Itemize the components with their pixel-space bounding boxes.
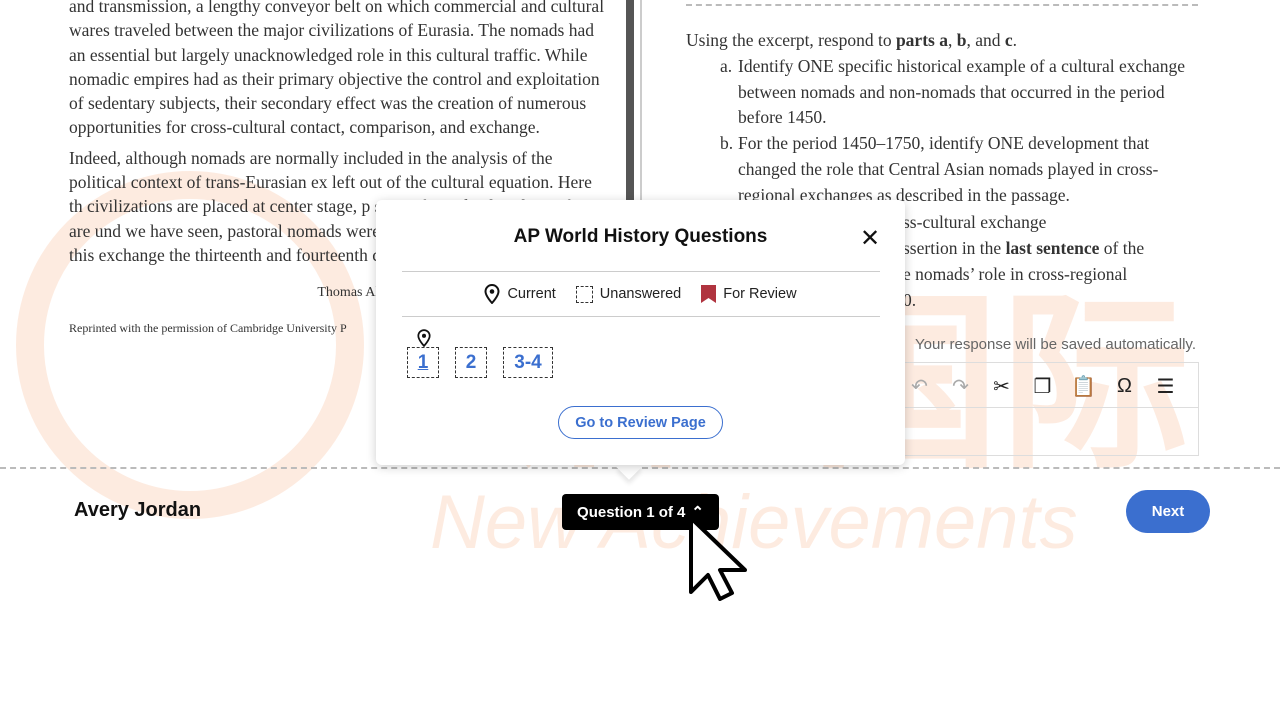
omega-icon[interactable]: Ω (1108, 371, 1141, 401)
divider (402, 271, 880, 272)
question-2-button[interactable]: 2 (455, 347, 487, 378)
go-to-review-button[interactable]: Go to Review Page (558, 406, 723, 439)
question-part-c-fragment: ss-cultural exchange (903, 212, 1047, 232)
current-location-pin-icon (417, 329, 431, 347)
question-navigator-popup: AP World History Questions ✕ Current Una… (376, 200, 905, 465)
autosave-note: Your response will be saved automaticall… (915, 336, 1196, 353)
question-1-button[interactable]: 1 (407, 347, 439, 378)
pane-resize-handle[interactable] (626, 0, 634, 205)
bookmark-icon (701, 285, 717, 303)
redo-icon[interactable]: ↷ (944, 371, 977, 401)
editor-toolbar: ↶ ↷ ✂ ❐ 📋 Ω ☰ (903, 363, 1198, 408)
student-name: Avery Jordan (74, 499, 202, 521)
close-icon[interactable]: ✕ (860, 224, 880, 253)
progress-divider (686, 4, 1198, 6)
passage-paragraph: and transmission, a lengthy conveyor bel… (69, 0, 605, 138)
response-editor[interactable]: ↶ ↷ ✂ ❐ 📋 Ω ☰ (903, 362, 1199, 456)
pane-divider (640, 0, 642, 205)
question-part-a: a. Identify ONE specific historical examp… (720, 55, 1186, 128)
question-part-c-fragment: ssertion in the last sentence of the (903, 238, 1145, 258)
status-legend: Current Unanswered For Review (376, 284, 905, 304)
divider (402, 316, 880, 317)
location-pin-icon (484, 284, 500, 304)
question-intro: Using the excerpt, respond to parts a, b… (686, 30, 1018, 50)
question-3-4-button[interactable]: 3-4 (503, 347, 553, 378)
indent-icon[interactable]: ☰ (1149, 371, 1182, 401)
next-button[interactable]: Next (1126, 490, 1210, 533)
svg-text:New Achievements: New Achievements (430, 480, 1078, 565)
paste-icon[interactable]: 📋 (1067, 371, 1100, 401)
cut-icon[interactable]: ✂ (985, 371, 1018, 401)
question-part-b: b. For the period 1450–1750, identify ONE… (720, 133, 1159, 205)
copy-icon[interactable]: ❐ (1026, 371, 1059, 401)
question-prompt: Using the excerpt, respond to parts a, b… (686, 28, 1206, 209)
question-part-c-fragment: e nomads’ role in cross-regional (903, 264, 1128, 284)
popup-title: AP World History Questions (513, 226, 768, 247)
undo-icon[interactable]: ↶ (903, 371, 936, 401)
mouse-cursor-icon (689, 516, 747, 601)
unanswered-icon (575, 285, 593, 303)
